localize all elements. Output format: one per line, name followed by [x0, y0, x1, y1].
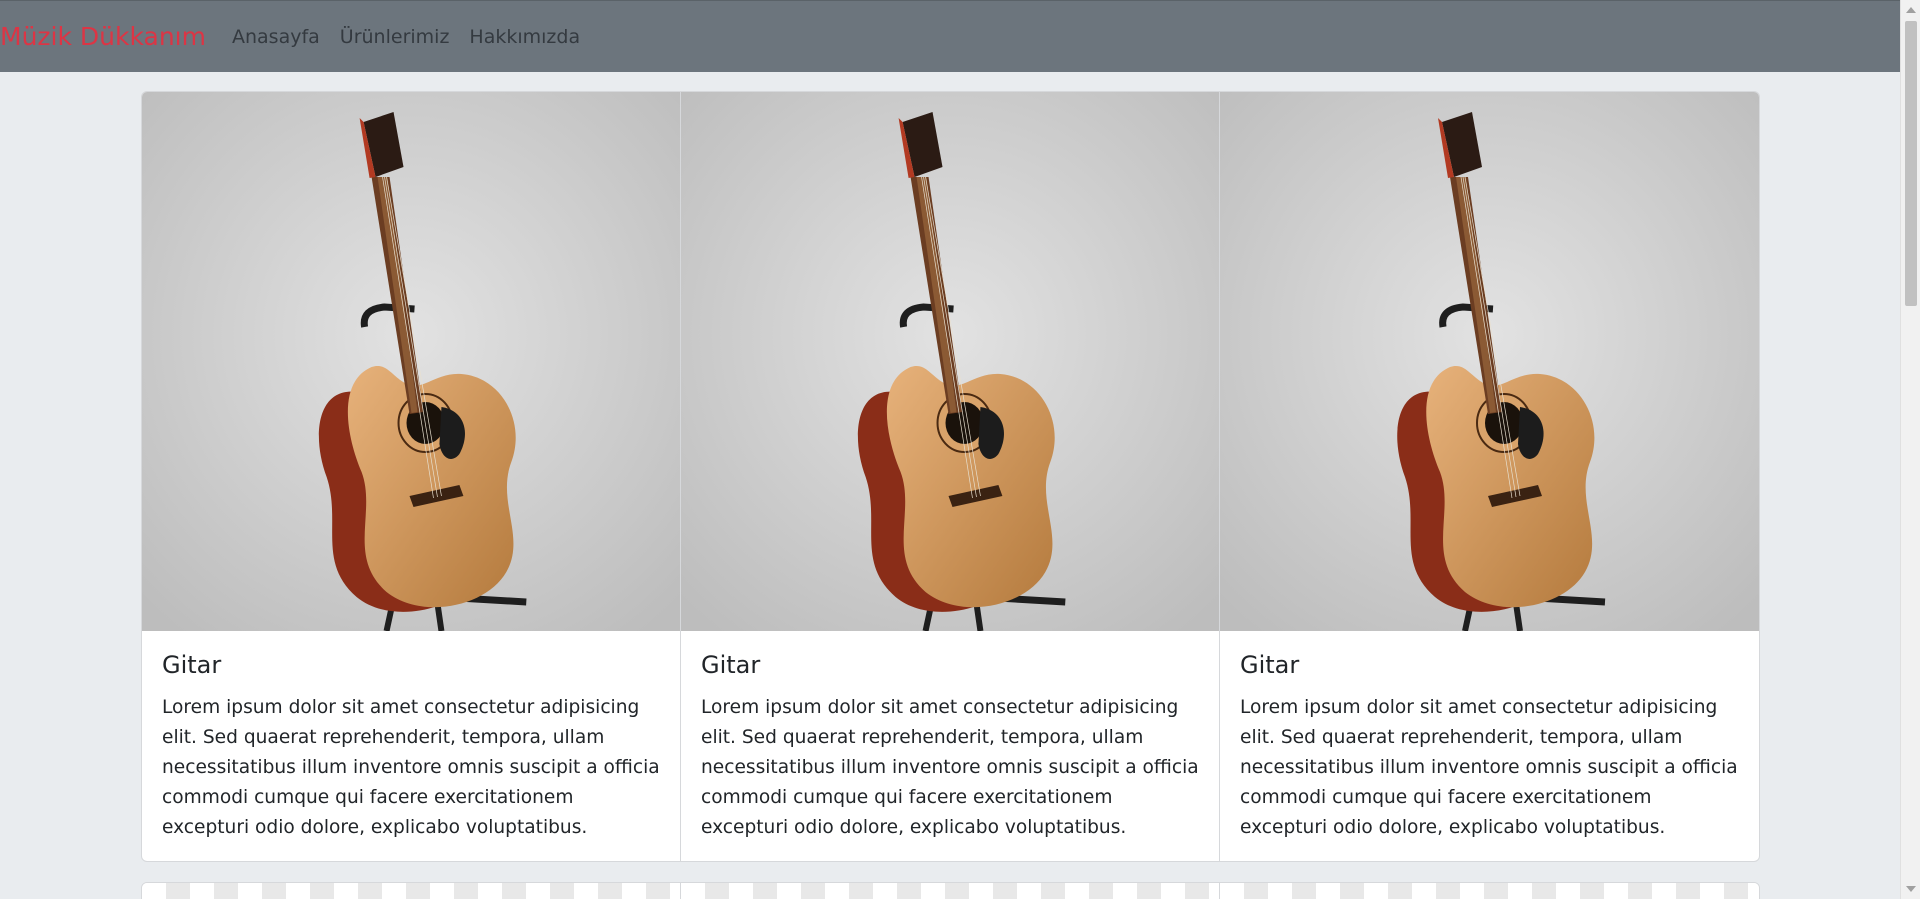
guitar-image	[1220, 92, 1759, 631]
card-group: Gitar Lorem ipsum dolor sit amet consect…	[141, 91, 1760, 862]
card-text: Lorem ipsum dolor sit amet consectetur a…	[701, 696, 1199, 838]
nav-link-urunlerimiz[interactable]: Ürünlerimiz	[340, 26, 450, 48]
nav-link-hakkimizda[interactable]: Hakkımızda	[469, 26, 580, 48]
product-card: Gitar Lorem ipsum dolor sit amet consect…	[1220, 92, 1759, 861]
card-group-second-row	[141, 882, 1760, 899]
scroll-down-arrow-icon[interactable]	[1906, 886, 1916, 892]
product-card: Gitar Lorem ipsum dolor sit amet consect…	[681, 92, 1220, 861]
card-body: Gitar Lorem ipsum dolor sit amet consect…	[681, 631, 1219, 843]
nav-links: Anasayfa Ürünlerimiz Hakkımızda	[232, 26, 600, 48]
product-card-image-peek	[1220, 883, 1759, 899]
card-text: Lorem ipsum dolor sit amet consectetur a…	[1240, 696, 1738, 838]
scroll-up-arrow-icon[interactable]	[1906, 7, 1916, 13]
card-body: Gitar Lorem ipsum dolor sit amet consect…	[142, 631, 680, 843]
brand-link[interactable]: Müzik Dükkanım	[0, 22, 206, 51]
guitar-image	[681, 92, 1219, 631]
page: Müzik Dükkanım Anasayfa Ürünlerimiz Hakk…	[0, 0, 1920, 899]
nav-link-anasayfa[interactable]: Anasayfa	[232, 26, 320, 48]
card-title: Gitar	[701, 651, 761, 679]
card-body: Gitar Lorem ipsum dolor sit amet consect…	[1220, 631, 1759, 843]
product-card-image-peek	[681, 883, 1220, 899]
scrollbar-thumb[interactable]	[1905, 21, 1917, 306]
guitar-image	[142, 92, 680, 631]
product-card-image-peek	[142, 883, 681, 899]
vertical-scrollbar[interactable]	[1900, 0, 1920, 899]
card-title: Gitar	[1240, 651, 1300, 679]
card-title: Gitar	[162, 651, 222, 679]
navbar: Müzik Dükkanım Anasayfa Ürünlerimiz Hakk…	[0, 0, 1900, 72]
product-card: Gitar Lorem ipsum dolor sit amet consect…	[142, 92, 681, 861]
card-text: Lorem ipsum dolor sit amet consectetur a…	[162, 696, 660, 838]
